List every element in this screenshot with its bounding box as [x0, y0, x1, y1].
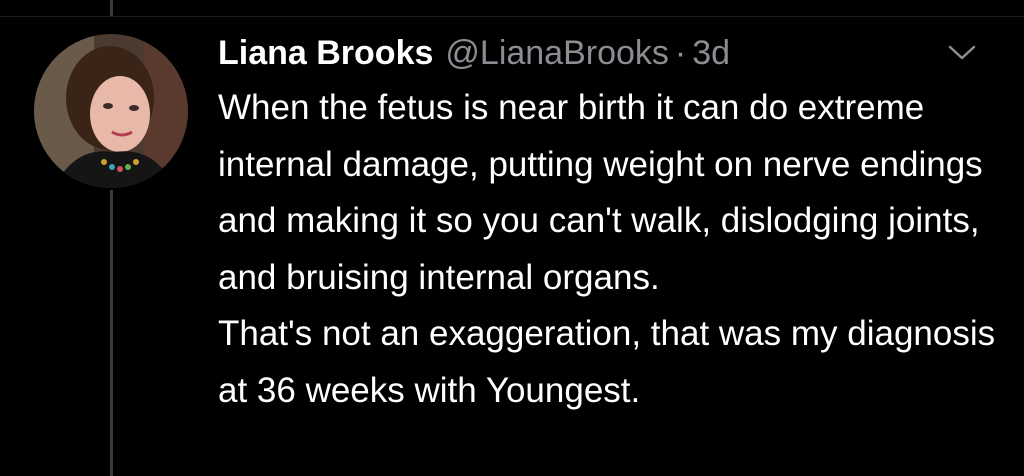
top-divider [0, 16, 1024, 17]
tweet[interactable]: Liana Brooks @LianaBrooks · 3d When the … [218, 28, 1008, 419]
tweet-paragraph: That's not an exaggeration, that was my … [218, 314, 996, 410]
chevron-down-icon[interactable] [944, 40, 980, 64]
header-separator: · [674, 34, 687, 72]
display-name[interactable]: Liana Brooks [218, 28, 433, 78]
avatar-photo [34, 34, 188, 188]
tweet-header: Liana Brooks @LianaBrooks · 3d [218, 28, 1008, 78]
user-handle[interactable]: @LianaBrooks [445, 28, 669, 78]
avatar[interactable] [34, 34, 188, 188]
timestamp[interactable]: 3d [692, 28, 730, 78]
tweet-paragraph: When the fetus is near birth it can do e… [218, 88, 983, 297]
thread-line-lower [110, 190, 113, 476]
tweet-text: When the fetus is near birth it can do e… [218, 80, 1008, 419]
thread-line-upper [110, 0, 113, 16]
